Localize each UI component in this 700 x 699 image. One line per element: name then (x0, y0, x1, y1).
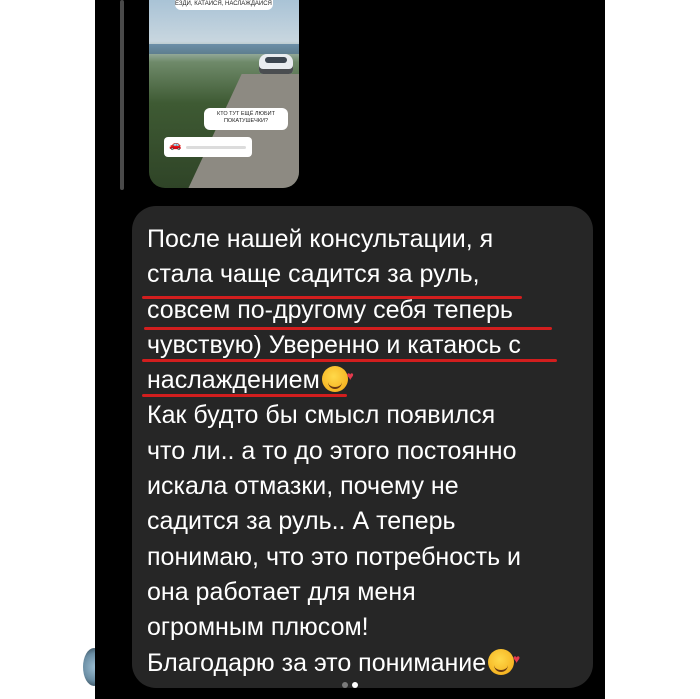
message-line: искала отмазки, почему не (147, 472, 459, 501)
carousel-dot-active[interactable] (352, 682, 358, 688)
message-line: огромным плюсом! (147, 613, 369, 642)
road-background (176, 74, 299, 188)
message-line: стала чаще садится за руль, (147, 260, 480, 289)
message-line-with-emoji: Благодарю за это понимание (147, 642, 587, 681)
smiling-face-with-hearts-icon (488, 642, 520, 677)
message-line: наслаждением (147, 366, 320, 395)
emoji-slider-sticker: 🚗 (164, 137, 252, 157)
message-line: она работает для меня (147, 577, 416, 606)
carousel-dot[interactable] (342, 682, 348, 688)
car-image (259, 54, 293, 74)
message-line-with-emoji: наслаждением (147, 359, 587, 398)
reply-indicator (120, 0, 124, 190)
message-line: понимаю, что это потребность и (147, 542, 521, 571)
smiling-face-with-hearts-icon (321, 359, 354, 394)
message-line: Благодарю за это понимание (147, 648, 487, 677)
chat-screen: ЕЗДИ, КАТАЙСЯ, НАСЛАЖДАЙСЯ 😂 КТО ТУТ ЕЩЁ… (95, 0, 605, 699)
message-bubble[interactable]: После нашей консультации, я стала чаще с… (132, 206, 593, 688)
message-line: что ли.. а то до этого постоянно (147, 436, 517, 465)
message-line: совсем по-другому себя теперь (147, 295, 513, 324)
slider-track (186, 146, 246, 149)
question-sticker: КТО ТУТ ЕЩЁ ЛЮБИТ ПОКАТУШЕЧКИ? (204, 108, 288, 130)
message-line: чувствую) Уверенно и катаюсь с (147, 330, 521, 359)
message-line: Как будто бы смысл появился (147, 401, 496, 430)
message-line: садится за руль.. А теперь (147, 507, 456, 536)
message-text: После нашей консультации, я стала чаще с… (147, 222, 587, 681)
story-caption: ЕЗДИ, КАТАЙСЯ, НАСЛАЖДАЙСЯ 😂 (175, 0, 273, 10)
story-preview[interactable]: ЕЗДИ, КАТАЙСЯ, НАСЛАЖДАЙСЯ 😂 КТО ТУТ ЕЩЁ… (149, 0, 299, 188)
car-icon: 🚗 (169, 140, 182, 151)
message-line: После нашей консультации, я (147, 225, 494, 253)
sea-background (149, 44, 299, 54)
